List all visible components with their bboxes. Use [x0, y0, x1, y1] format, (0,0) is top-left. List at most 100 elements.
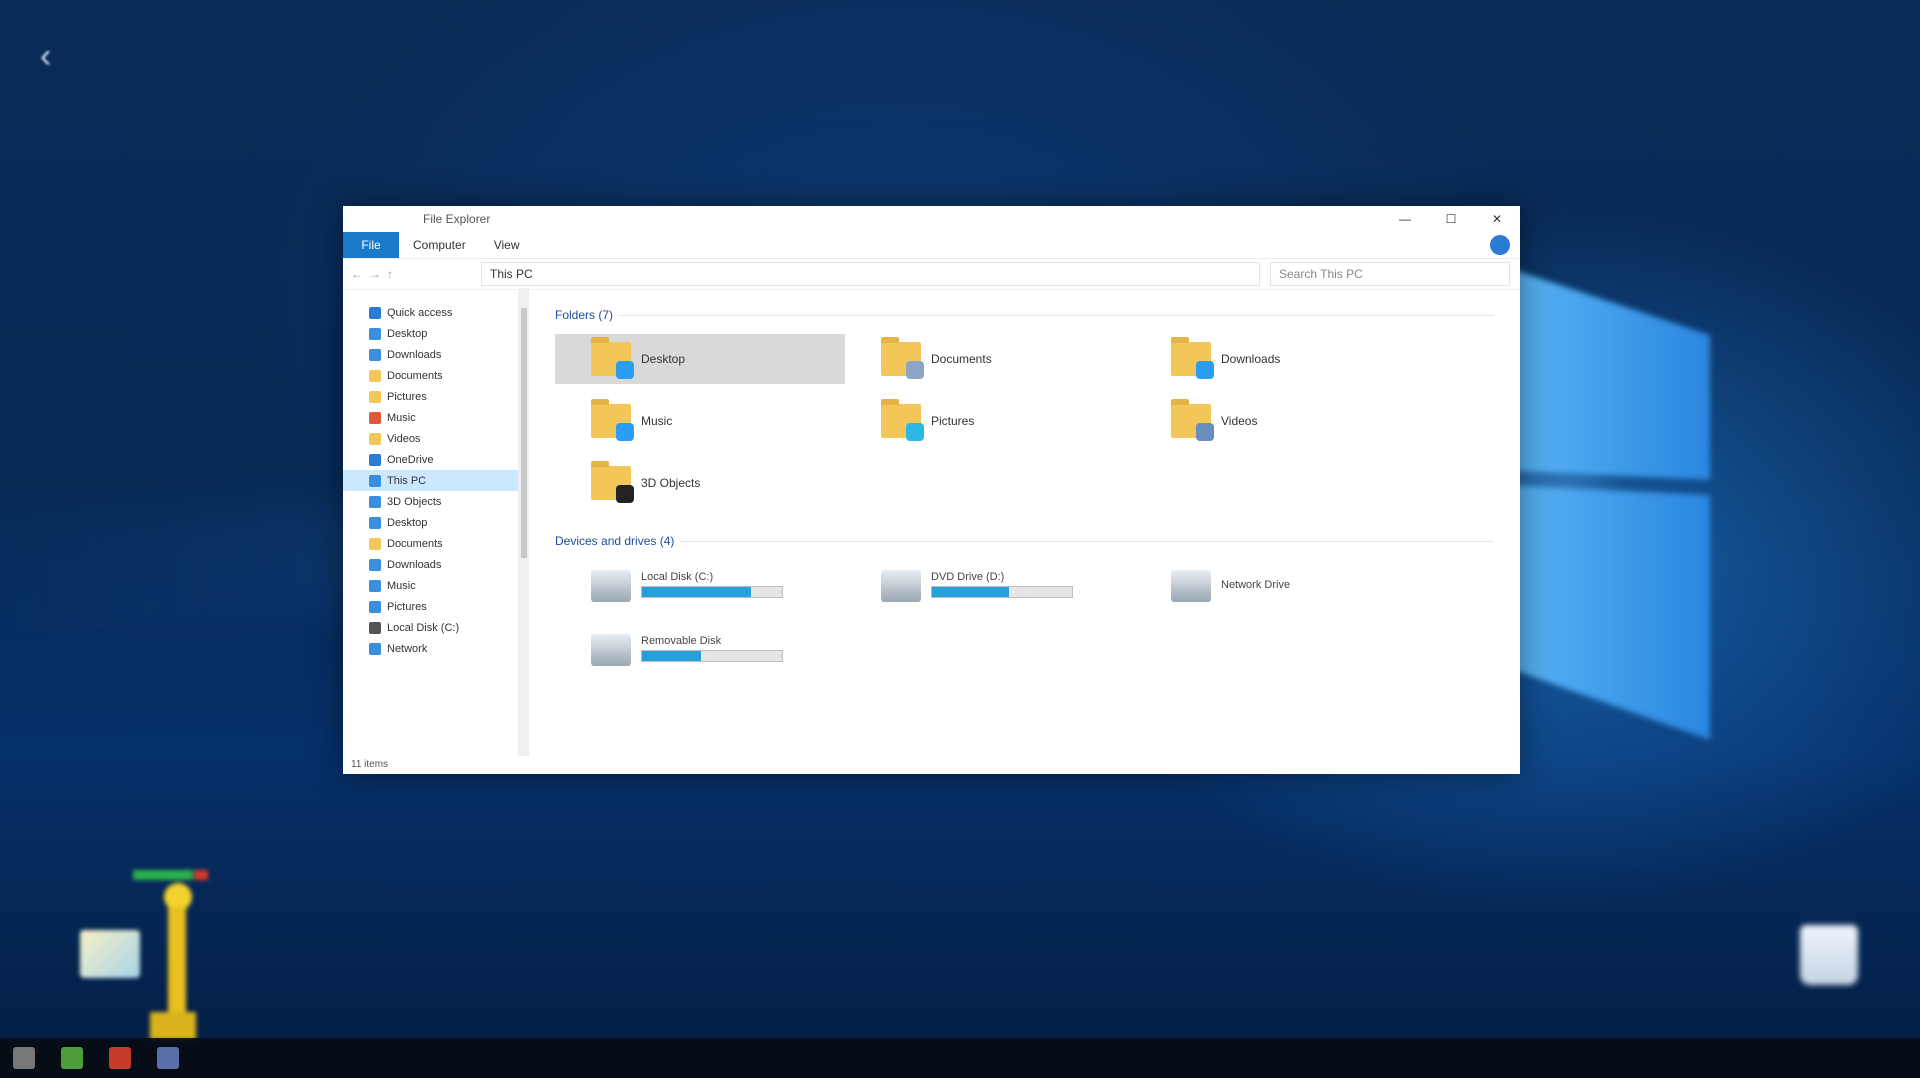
sidebar-item-label: Network	[387, 642, 428, 655]
sidebar-item-label: Pictures	[387, 390, 427, 403]
start-button[interactable]	[0, 1038, 48, 1078]
help-icon[interactable]	[1490, 235, 1510, 255]
folder-icon	[591, 337, 634, 379]
folder-tile[interactable]: Videos	[1135, 396, 1425, 446]
taskbar	[0, 1038, 1920, 1078]
folder-icon	[881, 337, 924, 379]
folder-label: Documents	[931, 352, 992, 366]
desktop-icon	[369, 516, 381, 529]
sidebar-item[interactable]: 3D Objects	[343, 491, 518, 512]
recycle-bin-icon[interactable]	[1800, 925, 1858, 985]
status-bar: 11 items	[351, 759, 389, 770]
sidebar-item[interactable]: This PC	[343, 470, 518, 491]
sidebar-item-label: Desktop	[387, 516, 428, 529]
title-bar[interactable]: File Explorer — ☐ ✕	[343, 206, 1520, 232]
pictures-icon	[369, 390, 381, 403]
folder-tile[interactable]: Desktop	[555, 334, 845, 384]
drive-icon	[591, 570, 631, 602]
folder-tile[interactable]: Documents	[845, 334, 1135, 384]
sidebar-item-label: Local Disk (C:)	[387, 621, 460, 634]
folder-label: 3D Objects	[641, 476, 701, 490]
sidebar-item[interactable]: Quick access	[343, 302, 518, 323]
forward-icon[interactable]: →	[369, 267, 381, 281]
sidebar-item-label: Documents	[387, 369, 443, 382]
folder-label: Pictures	[931, 414, 975, 428]
drive-tile[interactable]: Removable Disk	[555, 624, 845, 676]
sidebar-item[interactable]: Desktop	[343, 512, 518, 533]
sidebar-item[interactable]: Documents	[343, 533, 518, 554]
folder-tile[interactable]: Pictures	[845, 396, 1135, 446]
search-input[interactable]: Search This PC	[1270, 262, 1510, 286]
drive-label: Removable Disk	[641, 635, 722, 647]
sidebar-item[interactable]: Downloads	[343, 344, 518, 365]
giraffe-sticker-icon[interactable]	[128, 862, 218, 1062]
address-input[interactable]: This PC	[481, 262, 1260, 286]
sidebar-item[interactable]: Music	[343, 575, 518, 596]
sidebar-item[interactable]: Local Disk (C:)	[343, 617, 518, 638]
up-icon[interactable]: ↑	[387, 267, 393, 281]
documents-icon	[369, 537, 381, 550]
folder-label: Downloads	[1221, 352, 1281, 366]
sidebar-item[interactable]: Music	[343, 407, 518, 428]
file-explorer-window: File Explorer — ☐ ✕ File Computer View ←…	[343, 206, 1520, 774]
system-tray[interactable]	[1850, 1038, 1920, 1078]
drives-group-title[interactable]: Devices and drives (4)	[555, 534, 1494, 548]
sidebar-item-label: Downloads	[387, 348, 442, 361]
cloud-icon	[369, 453, 381, 466]
drive-tile[interactable]: Local Disk (C:)	[555, 560, 845, 612]
folder-icon	[591, 461, 634, 503]
back-arrow-icon[interactable]: ‹	[40, 36, 70, 76]
drives-grid: Local Disk (C:) DVD Drive (D:) Network Dri…	[555, 560, 1494, 676]
folder-tile[interactable]: Downloads	[1135, 334, 1425, 384]
close-button[interactable]: ✕	[1474, 206, 1520, 232]
folders-group-title[interactable]: Folders (7)	[555, 308, 1494, 322]
navigation-pane: Quick access Desktop Downloads Documents Pic…	[343, 288, 519, 756]
sidebar-item-label: OneDrive	[387, 453, 434, 466]
maximize-button[interactable]: ☐	[1428, 206, 1474, 232]
tab-file[interactable]: File	[343, 232, 399, 258]
sidebar-item[interactable]: Videos	[343, 428, 518, 449]
sidebar-item[interactable]: Desktop	[343, 323, 518, 344]
back-icon[interactable]: ←	[351, 267, 363, 281]
video-icon	[369, 432, 381, 445]
navigation-buttons: ← → ↑	[343, 267, 481, 281]
drive-usage-bar	[641, 650, 783, 662]
drive-tile[interactable]: DVD Drive (D:)	[845, 560, 1135, 612]
computer-icon	[369, 474, 381, 487]
tab-view[interactable]: View	[480, 232, 534, 258]
folder-label: Music	[641, 414, 673, 428]
desktop-icon	[369, 327, 381, 340]
address-bar-row: ← → ↑ This PC Search This PC	[343, 258, 1520, 290]
windows-logo-graphic	[1500, 265, 1715, 755]
sidebar-item[interactable]: Pictures	[343, 386, 518, 407]
tab-computer[interactable]: Computer	[399, 232, 480, 258]
drive-label: Network Drive	[1221, 578, 1291, 591]
sidebar-item[interactable]: Documents	[343, 365, 518, 386]
download-icon	[369, 558, 381, 571]
sidebar-item[interactable]: Downloads	[343, 554, 518, 575]
sidebar-item[interactable]: Pictures	[343, 596, 518, 617]
folders-grid: Desktop Documents Downloads Music Pictures Vi…	[555, 334, 1494, 508]
ribbon-tabs: File Computer View	[343, 232, 1520, 258]
taskbar-app-red[interactable]	[96, 1038, 144, 1078]
sidebar-item-label: Music	[387, 579, 416, 592]
drive-label: Local Disk (C:)	[641, 571, 714, 583]
star-icon	[369, 306, 381, 319]
drive-usage-bar	[931, 586, 1073, 598]
taskbar-app-blue[interactable]	[144, 1038, 192, 1078]
sidebar-item[interactable]: Network	[343, 638, 518, 659]
quick-access-toolbar[interactable]	[343, 206, 413, 232]
sidebar-item-label: Downloads	[387, 558, 442, 571]
folder-tile[interactable]: 3D Objects	[555, 458, 845, 508]
drive-label: DVD Drive (D:)	[931, 571, 1005, 583]
taskbar-app-green[interactable]	[48, 1038, 96, 1078]
sidebar-item-label: Videos	[387, 432, 421, 445]
sidebar-item[interactable]: OneDrive	[343, 449, 518, 470]
nav-scrollbar[interactable]	[519, 288, 529, 756]
drive-usage-bar	[641, 586, 783, 598]
folder-tile[interactable]: Music	[555, 396, 845, 446]
download-icon	[369, 348, 381, 361]
minimize-button[interactable]: —	[1382, 206, 1428, 232]
drive-tile[interactable]: Network Drive	[1135, 560, 1425, 612]
music-icon	[369, 579, 381, 592]
